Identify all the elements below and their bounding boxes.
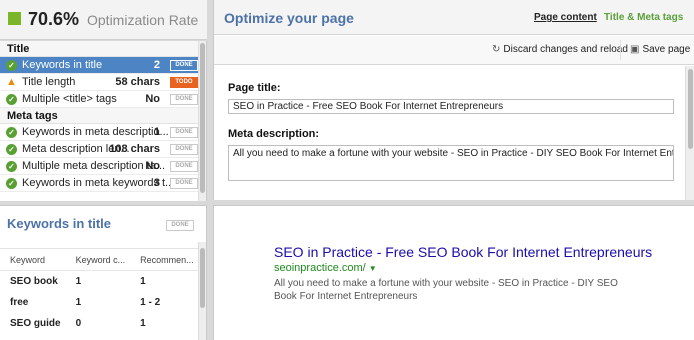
check-value: 58 chars: [115, 76, 160, 88]
keyword-cell: SEO book: [10, 275, 58, 287]
check-value: No: [145, 160, 160, 172]
recommended-cell: 1 - 2: [140, 296, 161, 308]
serp-url: seoinpractice.com/ ▼: [274, 262, 377, 274]
count-cell: 1: [75, 296, 82, 308]
checks-list: Title ✓ Keywords in title 2 DONE ▲ Title…: [0, 41, 207, 201]
tab-title-meta-tags[interactable]: Title & Meta tags: [604, 12, 683, 23]
check-value: 1: [153, 126, 160, 138]
status-badge: DONE: [170, 127, 198, 138]
rate-status-square: [8, 12, 21, 25]
check-label: Multiple meta description ta...: [22, 160, 166, 172]
check-row-multiple-title-tags[interactable]: ✓ Multiple <title> tags No DONE: [0, 91, 206, 108]
keywords-scroll-thumb[interactable]: [200, 248, 205, 308]
count-cell: 0: [75, 317, 82, 329]
check-icon: ✓: [6, 94, 17, 105]
section-title: Title: [0, 41, 206, 57]
rate-value: 70.6%: [28, 9, 80, 29]
save-label: Save page: [642, 44, 691, 55]
table-row[interactable]: SEO book 1 1: [0, 271, 199, 292]
checks-scroll-thumb[interactable]: [200, 43, 205, 193]
status-badge: DONE: [170, 178, 198, 189]
editor-scrollbar[interactable]: [685, 66, 694, 200]
table-row[interactable]: free 1 1 - 2: [0, 292, 199, 313]
search-preview-panel: SEO in Practice - Free SEO Book For Inte…: [213, 205, 694, 340]
discard-button[interactable]: ↻ Discard changes and reload: [492, 44, 628, 55]
check-value: 2: [153, 59, 160, 71]
save-icon: ▣: [630, 44, 640, 55]
dropdown-arrow-icon[interactable]: ▼: [369, 264, 377, 273]
meta-description-input[interactable]: All you need to make a fortune with your…: [228, 145, 674, 181]
page-title-label: Page title:: [228, 82, 281, 94]
table-row[interactable]: SEO guide 0 1: [0, 313, 199, 334]
status-badge: DONE: [166, 220, 194, 231]
check-icon: ✓: [6, 144, 17, 155]
check-label: Keywords in title: [22, 59, 103, 71]
check-label: Keywords in meta descriptio...: [22, 126, 169, 138]
rate-label: Optimization Rate: [87, 12, 199, 28]
discard-label: Discard changes and reload: [503, 44, 628, 55]
page-title-input[interactable]: SEO in Practice - Free SEO Book For Inte…: [228, 99, 674, 114]
check-icon: ✓: [6, 178, 17, 189]
check-row-title-length[interactable]: ▲ Title length 58 chars TODO: [0, 74, 206, 91]
check-icon: ✓: [6, 60, 17, 71]
keywords-panel-title: Keywords in title: [7, 216, 112, 231]
reload-icon: ↻: [492, 44, 501, 55]
serp-url-text: seoinpractice.com/: [274, 262, 366, 274]
check-row-keywords-in-meta-description[interactable]: ✓ Keywords in meta descriptio... 1 DONE: [0, 124, 206, 141]
warning-icon: ▲: [6, 76, 17, 88]
editor-form: Page title: SEO in Practice - Free SEO B…: [214, 66, 686, 200]
editor-scroll-thumb[interactable]: [688, 69, 693, 149]
column-header-keyword-count[interactable]: Keyword c...: [65, 248, 131, 271]
check-row-keywords-in-title[interactable]: ✓ Keywords in title 2 DONE: [0, 57, 206, 74]
main-header: Optimize your page Page content Title & …: [214, 0, 694, 35]
keywords-detail-panel: Keywords in title DONE Keyword Keyword c…: [0, 205, 207, 340]
checks-scrollbar[interactable]: [198, 41, 206, 201]
keyword-cell: free: [10, 296, 29, 308]
editor-toolbar: ↻ Discard changes and reload ▣ Save page: [214, 36, 694, 65]
save-button[interactable]: ▣ Save page: [630, 44, 690, 55]
check-label: Title length: [22, 76, 76, 88]
optimization-rate-header: 70.6% Optimization Rate: [0, 0, 207, 40]
check-row-meta-description-length[interactable]: ✓ Meta description len... 108 chars DONE: [0, 141, 206, 158]
check-icon: ✓: [6, 127, 17, 138]
column-header-recommended[interactable]: Recommen...: [130, 248, 199, 271]
check-label: Keywords in meta keywords t...: [22, 177, 175, 189]
serp-title-link[interactable]: SEO in Practice - Free SEO Book For Inte…: [274, 244, 652, 260]
keywords-scrollbar[interactable]: [198, 242, 206, 340]
check-value: 108 chars: [109, 143, 160, 155]
tab-page-content[interactable]: Page content: [534, 12, 597, 23]
recommended-cell: 1: [140, 317, 146, 329]
keyword-cell: SEO guide: [10, 317, 61, 329]
page-title: Optimize your page: [224, 10, 354, 26]
check-label: Multiple <title> tags: [22, 93, 117, 105]
status-badge: DONE: [170, 144, 198, 155]
status-badge: DONE: [170, 60, 198, 71]
check-value: 3: [153, 177, 160, 189]
status-badge: DONE: [170, 94, 198, 105]
optimize-page-panel: Optimize your page Page content Title & …: [213, 0, 694, 200]
check-icon: ✓: [6, 161, 17, 172]
meta-description-label: Meta description:: [228, 128, 320, 140]
count-cell: 1: [75, 275, 82, 287]
check-value: No: [145, 93, 160, 105]
status-badge: DONE: [170, 161, 198, 172]
check-row-multiple-meta-description[interactable]: ✓ Multiple meta description ta... No DON…: [0, 158, 206, 175]
check-row-keywords-in-meta-keywords[interactable]: ✓ Keywords in meta keywords t... 3 DONE: [0, 175, 206, 192]
column-header-keyword[interactable]: Keyword: [0, 248, 66, 271]
toolbar-divider: [620, 40, 621, 60]
serp-description: All you need to make a fortune with your…: [274, 278, 618, 302]
recommended-cell: 1: [140, 275, 146, 287]
section-meta-tags: Meta tags: [0, 108, 206, 124]
status-badge: TODO: [170, 77, 198, 88]
keywords-table: Keyword Keyword c... Recommen... SEO boo…: [0, 248, 199, 334]
